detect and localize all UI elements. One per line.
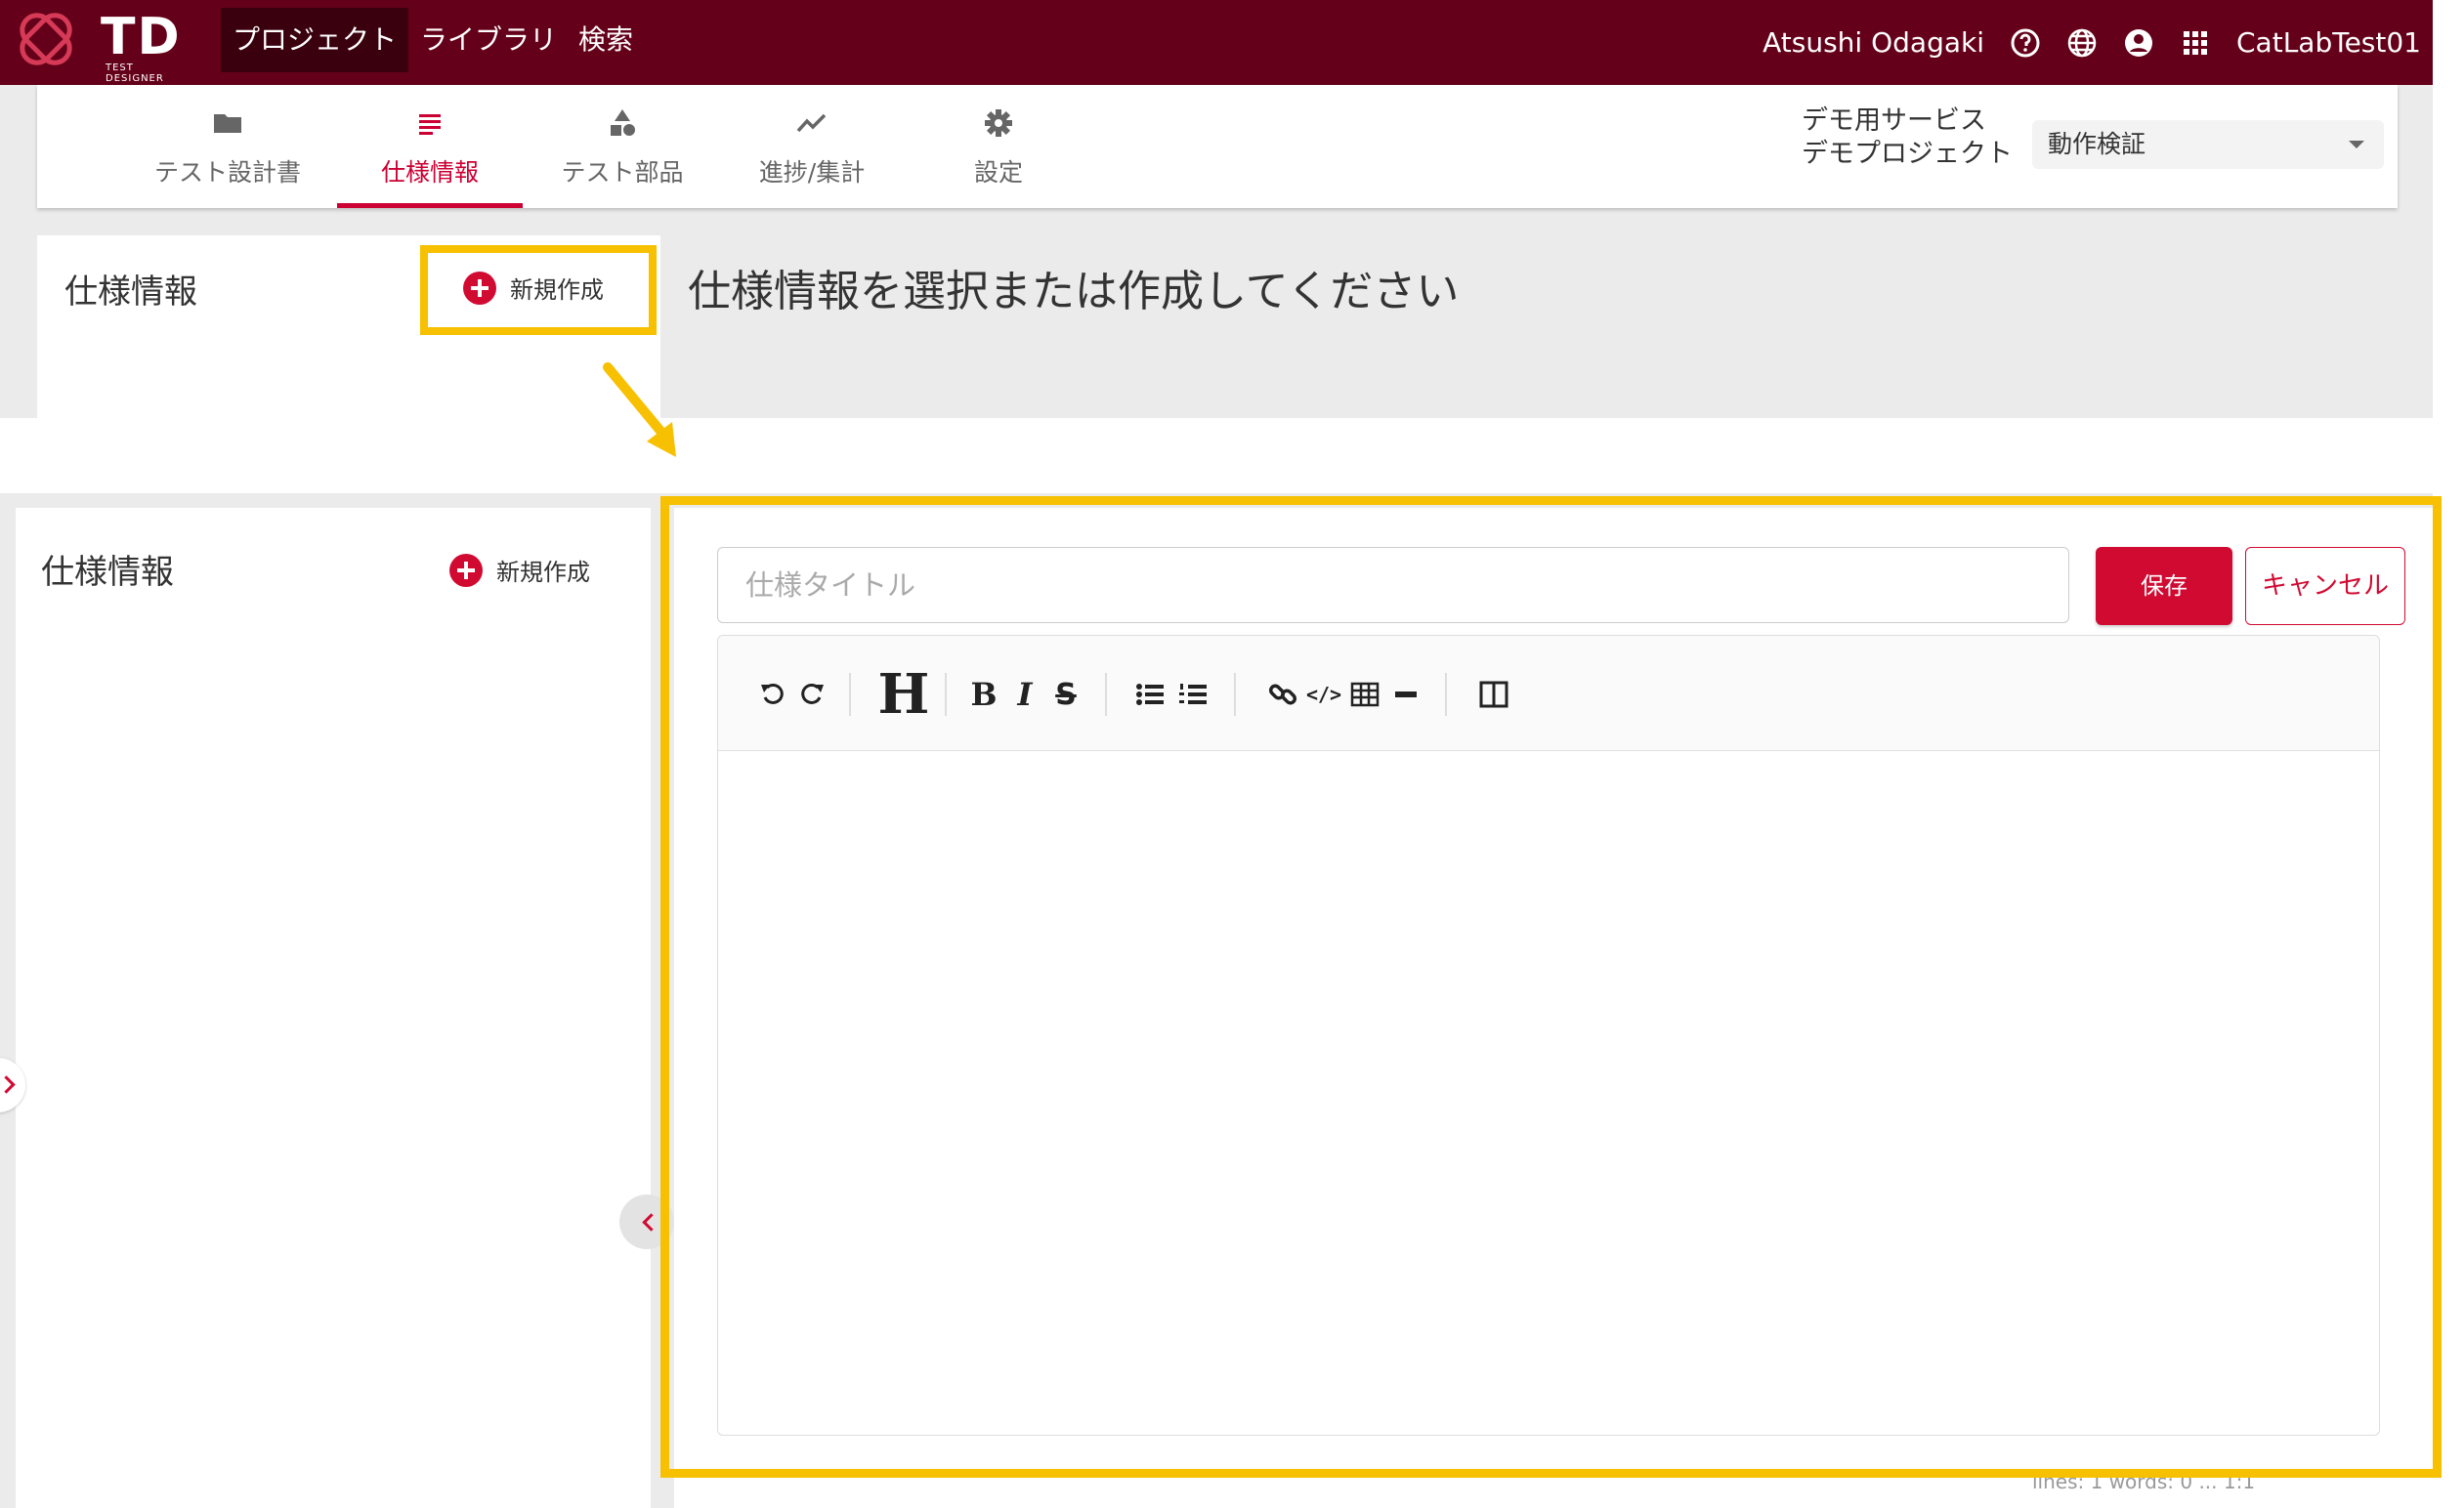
highlight-new-button <box>420 245 657 335</box>
highlight-editor-panel <box>660 496 2442 1478</box>
new-spec-label: 新規作成 <box>496 559 590 586</box>
tab-label: 設定 <box>973 158 1023 187</box>
td-logo[interactable]: TD TEST DESIGNER <box>18 6 193 84</box>
new-spec-button[interactable]: 新規作成 <box>449 553 590 587</box>
empty-state-message: 仕様情報を選択または作成してください <box>688 267 1460 316</box>
spec-list-panel: 仕様情報 新規作成 <box>16 508 651 1508</box>
nav-library[interactable]: ライブラリ <box>408 8 569 72</box>
app-bar: TD TEST DESIGNER プロジェクト ライブラリ 検索 Atsushi… <box>0 0 2433 85</box>
tab-test-parts[interactable]: テスト部品 <box>530 85 715 208</box>
logo-subtitle: TEST DESIGNER <box>106 63 164 84</box>
trend-icon <box>796 113 827 133</box>
logo-icon <box>20 13 72 65</box>
globe-icon[interactable] <box>2066 27 2098 59</box>
tab-label: 仕様情報 <box>380 158 479 187</box>
project-tab-bar: テスト設計書 仕様情報 テスト部品 進捗/集計 設定 デモ用サービス デモプロジ… <box>37 85 2398 208</box>
tab-label: テスト設計書 <box>153 158 301 187</box>
caret-down-icon <box>2349 141 2364 148</box>
spec-panel-title: 仕様情報 <box>64 272 197 312</box>
folder-icon <box>214 114 241 133</box>
logo-text: TD <box>101 8 182 66</box>
tab-progress[interactable]: 進捗/集計 <box>719 85 905 208</box>
version-select-value: 動作検証 <box>2048 130 2146 158</box>
gear-icon <box>985 109 1012 137</box>
appbar-right: Atsushi Odagaki CatLabTest01 <box>1763 0 2421 85</box>
nav-search[interactable]: 検索 <box>567 8 645 72</box>
tab-label: 進捗/集計 <box>758 158 866 187</box>
tab-test-design[interactable]: テスト設計書 <box>135 85 320 208</box>
org-name[interactable]: CatLabTest01 <box>2236 26 2421 59</box>
service-name: デモ用サービス <box>1802 105 1986 136</box>
nav-project[interactable]: プロジェクト <box>221 8 409 72</box>
version-select[interactable]: 動作検証 <box>2032 120 2384 169</box>
tab-spec-info[interactable]: 仕様情報 <box>337 85 523 208</box>
plus-circle-icon <box>449 553 483 587</box>
help-icon[interactable] <box>2010 27 2041 59</box>
project-name: デモ用サービス デモプロジェクト <box>1802 105 2013 171</box>
user-name[interactable]: Atsushi Odagaki <box>1763 26 1984 59</box>
apps-grid-icon[interactable] <box>2180 27 2211 59</box>
tab-settings[interactable]: 設定 <box>906 85 1091 208</box>
screenshot-before: TD TEST DESIGNER プロジェクト ライブラリ 検索 Atsushi… <box>0 0 2433 418</box>
arrow-icon <box>603 362 676 457</box>
account-icon[interactable] <box>2123 27 2154 59</box>
tab-label: テスト部品 <box>561 158 684 187</box>
project-title: デモプロジェクト <box>1802 139 2013 169</box>
list-icon <box>419 114 441 135</box>
spec-panel-title: 仕様情報 <box>41 553 174 592</box>
shapes-icon <box>611 109 635 136</box>
